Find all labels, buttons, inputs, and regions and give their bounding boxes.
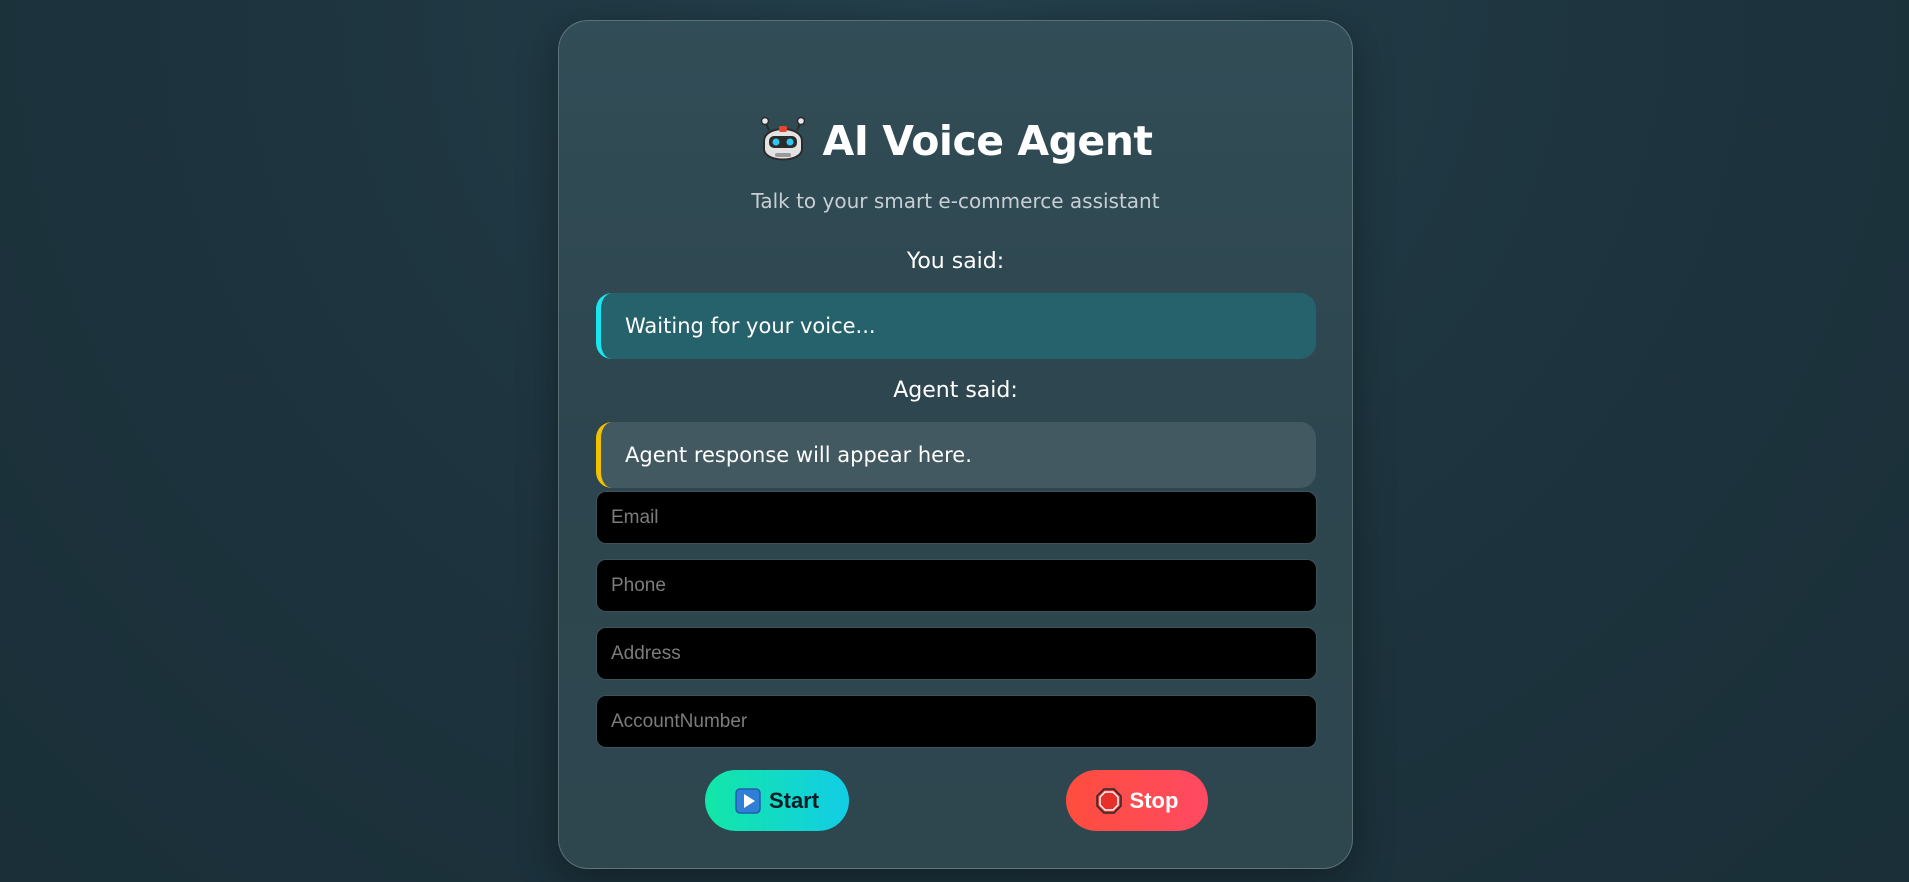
address-field[interactable] [596,627,1317,680]
account-number-field[interactable] [596,695,1317,748]
user-transcript-box: Waiting for your voice... [596,293,1316,359]
title-row: AI Voice Agent [559,113,1352,169]
robot-icon [758,115,808,167]
start-button-label: Start [768,787,820,813]
play-icon [735,787,761,814]
agent-said-label: Agent said: [893,378,1018,403]
voice-agent-card: AI Voice Agent Talk to your smart e-comm… [558,20,1353,869]
start-button[interactable]: Start [705,770,849,831]
phone-field[interactable] [596,559,1317,612]
app-title: AI Voice Agent [822,117,1153,165]
stop-sign-icon [1095,787,1122,814]
agent-response-box: Agent response will appear here. [596,422,1316,488]
stop-button[interactable]: Stop [1066,770,1208,831]
app-subtitle: Talk to your smart e-commerce assistant [751,189,1160,213]
agent-response-text: Agent response will appear here. [625,443,972,467]
stop-button-label: Stop [1129,787,1179,813]
you-said-label: You said: [906,249,1005,274]
user-transcript-text: Waiting for your voice... [625,314,876,338]
email-field[interactable] [596,491,1317,544]
